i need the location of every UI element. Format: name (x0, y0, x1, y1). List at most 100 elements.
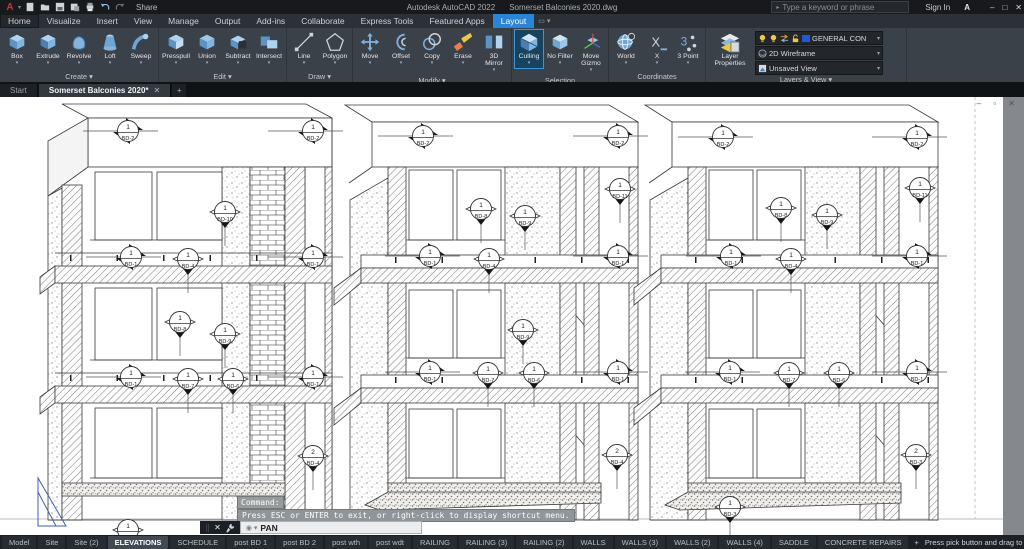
ribbon-button-x[interactable]: XX ▾ (642, 29, 672, 69)
layer-dropdown[interactable]: GENERAL CON ▾ (755, 31, 883, 45)
layout-tab-railing-2[interactable]: RAILING (2) (516, 536, 571, 549)
ribbon-button-erase[interactable]: Erase ▾ (448, 29, 478, 69)
sign-in-button[interactable]: Sign In (923, 3, 950, 12)
drawing-canvas[interactable]: 1 BD-2 1 BD-2 1 BD-10 1 BD-1 (0, 97, 1024, 535)
panel-title[interactable]: Create ▾ (2, 72, 156, 82)
svg-text:BD-1: BD-1 (307, 382, 320, 388)
command-input-field[interactable]: ◉ ▾ PAN (240, 521, 422, 534)
layout-tab-site[interactable]: Site (38, 536, 65, 549)
ribbon-tab-view[interactable]: View (126, 14, 160, 28)
layout-tab-site-2[interactable]: Site (2) (67, 536, 105, 549)
view-dropdown[interactable]: Unsaved View ▾ (755, 61, 883, 75)
ribbon-button-line[interactable]: Line ▾ (289, 29, 319, 69)
offset-icon (390, 31, 412, 53)
add-layout-button[interactable]: + (908, 536, 924, 549)
ribbon-button-polygon[interactable]: Polygon ▾ (320, 29, 350, 69)
panel-title[interactable]: Edit ▾ (161, 72, 284, 82)
ribbon-button-no-filter[interactable]: No Filter ▾ (545, 29, 575, 69)
ribbon-button-revolve[interactable]: Revolve ▾ (64, 29, 94, 69)
ribbon-tab-collaborate[interactable]: Collaborate (293, 14, 352, 28)
layout-tab-post-bd-1[interactable]: post BD 1 (227, 536, 274, 549)
ribbon-tab-bar: HomeVisualizeInsertViewManageOutputAdd-i… (0, 14, 1024, 28)
layout-tab-schedule[interactable]: SCHEDULE (170, 536, 225, 549)
svg-text:1: 1 (618, 182, 622, 189)
share-button[interactable]: Share (134, 3, 157, 12)
save-as-icon[interactable] (70, 2, 81, 12)
ribbon-button-presspull[interactable]: Presspull ▾ (161, 29, 191, 69)
chevron-down-icon: ▾ (303, 60, 306, 67)
ribbon-button-intersect[interactable]: Intersect ▾ (254, 29, 284, 69)
ribbon-button-offset[interactable]: Offset ▾ (386, 29, 416, 69)
search-input[interactable]: ▸ Type a keyword or phrase (771, 1, 909, 13)
viewport-window-buttons[interactable]: – ▫ ✕ (977, 99, 1020, 108)
redo-icon[interactable] (115, 2, 126, 12)
ribbon-tab-visualize[interactable]: Visualize (39, 14, 89, 28)
layout-tab-post-wth[interactable]: post wth (325, 536, 367, 549)
file-tab-start[interactable]: Start (0, 84, 38, 97)
layout-tab-walls[interactable]: WALLS (574, 536, 613, 549)
ribbon-tab-add-ins[interactable]: Add-ins (248, 14, 293, 28)
ribbon-tab-output[interactable]: Output (207, 14, 249, 28)
ribbon-button-3-point[interactable]: 33 Point ▾ (673, 29, 703, 69)
ribbon-button-move-gizmo[interactable]: Move Gizmo ▾ (576, 29, 606, 76)
ribbon-button-sweep[interactable]: Sweep ▾ (126, 29, 156, 69)
close-tab-icon[interactable]: ✕ (154, 86, 161, 95)
layout-tab-walls-3[interactable]: WALLS (3) (615, 536, 665, 549)
layout-tab-model[interactable]: Model (2, 536, 36, 549)
folder-open-icon[interactable] (40, 2, 51, 12)
ribbon-button-subtract[interactable]: Subtract ▾ (223, 29, 253, 69)
ribbon-button-union[interactable]: Union ▾ (192, 29, 222, 69)
autocad-logo-icon[interactable]: A (2, 1, 18, 13)
file-tab-somerset-balconies-2020[interactable]: Somerset Balconies 2020* ✕ (39, 84, 171, 97)
svg-text:1: 1 (728, 365, 732, 372)
ribbon-tab-express-tools[interactable]: Express Tools (353, 14, 422, 28)
command-line-dock[interactable]: ⣿ ✕ ◉ ▾ PAN (200, 521, 422, 534)
layout-tab-saddle[interactable]: SADDLE (772, 536, 816, 549)
ribbon-tab-featured-apps[interactable]: Featured Apps (421, 14, 492, 28)
save-icon[interactable] (55, 2, 66, 12)
minimize-button[interactable]: – (990, 3, 994, 12)
ribbon-button-extrude[interactable]: Extrude ▾ (33, 29, 63, 69)
ribbon-button-loft[interactable]: Loft ▾ (95, 29, 125, 69)
layout-tab-post-bd-2[interactable]: post BD 2 (276, 536, 323, 549)
ribbon-button-3d-mirror[interactable]: 3D Mirror ▾ (479, 29, 509, 76)
svg-text:1: 1 (186, 372, 190, 379)
ribbon-display-toggle-icon[interactable]: ▭ ▾ (538, 17, 550, 25)
ribbon-tab-insert[interactable]: Insert (89, 14, 126, 28)
ribbon-tab-home[interactable]: Home (0, 14, 39, 28)
button-label: 3 Point (677, 53, 698, 60)
logo-dropdown-icon[interactable]: ▾ (18, 4, 21, 11)
layout-tab-walls-2[interactable]: WALLS (2) (667, 536, 717, 549)
dock-grip-handle[interactable]: ⣿ (205, 524, 210, 532)
maximize-button[interactable]: □ (1002, 3, 1007, 12)
ribbon-button-copy[interactable]: Copy ▾ (417, 29, 447, 69)
panel-title[interactable]: Draw ▾ (289, 72, 350, 82)
ribbon-button-move[interactable]: Move ▾ (355, 29, 385, 69)
ribbon-button-world[interactable]: World ▾ (611, 29, 641, 69)
ribbon-button-layer-properties[interactable]: Layer Properties (708, 29, 752, 69)
svg-text:BD-1: BD-1 (424, 261, 437, 267)
close-button[interactable]: ✕ (1015, 3, 1022, 12)
new-tab-button[interactable]: + (172, 84, 186, 97)
layout-tab-railing[interactable]: RAILING (413, 536, 457, 549)
ribbon-panel-create: Box ▾ Extrude ▾ Revolve ▾ Loft ▾ Sweep ▾… (0, 28, 159, 82)
layout-tab-walls-4[interactable]: WALLS (4) (719, 536, 769, 549)
autodesk-app-icon[interactable]: A (964, 3, 970, 12)
doc-new-icon[interactable] (25, 2, 36, 12)
ribbon-tab-manage[interactable]: Manage (160, 14, 207, 28)
visual-style-dropdown[interactable]: 2D Wireframe ▾ (755, 46, 883, 60)
ribbon-tab-layout[interactable]: Layout (493, 14, 535, 28)
layout-tab-elevations[interactable]: ELEVATIONS (108, 536, 169, 549)
layout-tab-concrete-repairs[interactable]: CONCRETE REPAIRS (818, 536, 909, 549)
button-label: No Filter (547, 53, 573, 60)
dock-close-icon[interactable]: ✕ (214, 523, 221, 532)
panel-title[interactable]: Coordinates (611, 72, 703, 82)
ribbon-button-culling[interactable]: Culling ▾ (514, 29, 544, 69)
ribbon-button-box[interactable]: Box ▾ (2, 29, 32, 69)
layout-tab-railing-3[interactable]: RAILING (3) (459, 536, 514, 549)
customize-wrench-icon[interactable] (225, 523, 235, 533)
layout-tab-post-wdt[interactable]: post wdt (369, 536, 411, 549)
plot-icon[interactable] (85, 2, 96, 12)
svg-text:BD-2: BD-2 (122, 136, 135, 142)
undo-icon[interactable] (100, 2, 111, 12)
